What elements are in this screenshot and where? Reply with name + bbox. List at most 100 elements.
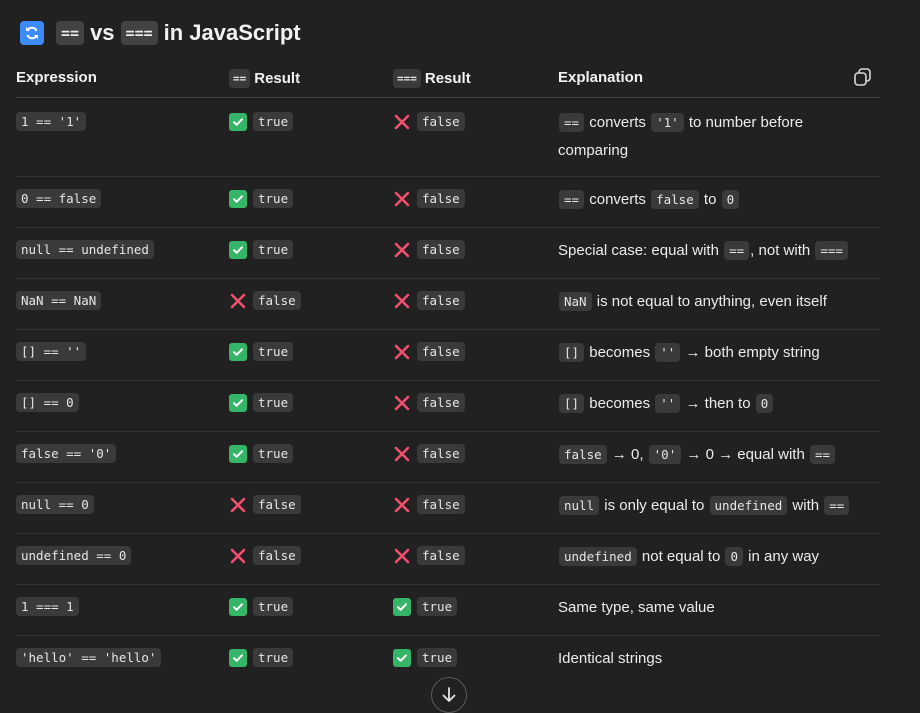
explanation-text: , not with <box>750 242 815 259</box>
loose-result-cell: true <box>229 597 294 616</box>
strict-result-value: true <box>417 597 458 616</box>
cross-mark-icon <box>393 190 411 208</box>
explanation-text: is only equal to <box>600 497 709 514</box>
expression-code: false == '0' <box>16 444 117 463</box>
table-row: 1 == '1' true false == converts '1' to numb… <box>16 98 880 177</box>
loose-result-value: true <box>253 393 294 412</box>
explanation-text: not equal to <box>637 548 725 565</box>
explanation-text: with <box>788 497 824 514</box>
explanation-cell: NaN is not equal to anything, even itsel… <box>558 288 868 316</box>
loose-result-value: false <box>253 495 301 514</box>
table-header: Expression == Result === Result Explanatio… <box>16 62 880 98</box>
cross-mark-icon <box>393 113 411 131</box>
expression-cell: null == 0 <box>16 495 94 514</box>
explanation-text: → both empty string <box>681 344 820 361</box>
strict-result-cell: true <box>393 648 458 667</box>
loose-result-cell: true <box>229 342 294 361</box>
loose-result-value: false <box>253 291 301 310</box>
explanation-code: == <box>809 445 836 464</box>
explanation-code: 0 <box>721 190 740 209</box>
check-mark-icon <box>393 648 411 667</box>
strict-result-cell: false <box>393 291 465 310</box>
strict-result-cell: true <box>393 597 458 616</box>
explanation-text: Same type, same value <box>558 599 715 616</box>
explanation-code: undefined <box>559 547 637 566</box>
loose-result-cell: true <box>229 189 294 208</box>
strict-result-cell: false <box>393 112 465 131</box>
header-expression: Expression <box>16 69 97 86</box>
explanation-cell: == converts false to 0 <box>558 186 868 214</box>
strict-result-value: false <box>417 342 465 361</box>
expression-cell: 1 === 1 <box>16 597 79 616</box>
explanation-cell: false → 0, '0' → 0 → equal with == <box>558 441 868 469</box>
strict-result-value: false <box>417 495 465 514</box>
scroll-down-button[interactable] <box>431 677 467 713</box>
explanation-code: false <box>559 445 607 464</box>
explanation-code: [] <box>559 394 585 413</box>
explanation-code: [] <box>559 343 585 362</box>
explanation-code: 0 <box>755 394 774 413</box>
expression-code: NaN == NaN <box>16 291 102 310</box>
loose-result-value: true <box>253 240 294 259</box>
check-mark-icon <box>229 240 247 259</box>
copy-table-button[interactable] <box>852 66 874 88</box>
check-mark-icon <box>229 189 247 208</box>
expression-cell: 0 == false <box>16 189 102 208</box>
strict-result-cell: false <box>393 393 465 412</box>
check-mark-icon <box>229 342 247 361</box>
loose-result-cell: true <box>229 393 294 412</box>
strict-result-value: false <box>417 291 465 310</box>
table-row: [] == '' true false [] becomes '' → both em… <box>16 329 880 381</box>
expression-cell: false == '0' <box>16 444 117 463</box>
explanation-cell: [] becomes '' → both empty string <box>558 339 868 367</box>
strict-result-cell: false <box>393 444 465 463</box>
explanation-text: → then to <box>681 395 755 412</box>
strict-result-cell: false <box>393 189 465 208</box>
explanation-cell: undefined not equal to 0 in any way <box>558 543 868 571</box>
loose-result-cell: true <box>229 112 294 131</box>
cross-mark-icon <box>393 496 411 514</box>
title-code-loose: == <box>56 21 85 45</box>
header-explanation: Explanation <box>558 69 644 86</box>
explanation-code: == <box>824 496 850 515</box>
explanation-text: converts <box>585 191 651 208</box>
explanation-cell: [] becomes '' → then to 0 <box>558 390 868 418</box>
explanation-text: Identical strings <box>558 650 663 667</box>
refresh-emoji-icon <box>20 21 44 45</box>
title-vs: vs <box>90 20 115 45</box>
table-row: 1 === 1 true true Same type, same value <box>16 584 880 636</box>
expression-code: 'hello' == 'hello' <box>16 648 162 667</box>
strict-result-cell: false <box>393 240 465 259</box>
explanation-code: == <box>559 190 585 209</box>
expression-cell: undefined == 0 <box>16 546 132 565</box>
loose-result-cell: false <box>229 495 301 514</box>
strict-result-value: true <box>417 648 458 667</box>
cross-mark-icon <box>229 547 247 565</box>
expression-code: undefined == 0 <box>16 546 132 565</box>
explanation-code: '1' <box>651 113 684 132</box>
cross-mark-icon <box>229 496 247 514</box>
explanation-text: converts <box>585 114 651 131</box>
strict-result-cell: false <box>393 495 465 514</box>
expression-cell: [] == 0 <box>16 393 79 412</box>
expression-cell: [] == '' <box>16 342 87 361</box>
arrow-down-icon <box>442 687 456 702</box>
expression-cell: NaN == NaN <box>16 291 102 310</box>
table-row: false == '0' true false false → 0, '0' → 0 … <box>16 431 880 483</box>
loose-result-cell: false <box>229 546 301 565</box>
check-mark-icon <box>393 597 411 616</box>
expression-code: [] == '' <box>16 342 87 361</box>
page-title: == vs === in JavaScript <box>20 18 301 48</box>
cross-mark-icon <box>393 241 411 259</box>
strict-result-cell: false <box>393 546 465 565</box>
explanation-code: NaN <box>559 292 592 311</box>
loose-result-cell: true <box>229 648 294 667</box>
cross-mark-icon <box>393 547 411 565</box>
strict-result-value: false <box>417 546 465 565</box>
loose-result-cell: true <box>229 240 294 259</box>
explanation-code: '0' <box>648 445 682 464</box>
strict-result-value: false <box>417 189 465 208</box>
strict-result-value: false <box>417 393 465 412</box>
cross-mark-icon <box>393 394 411 412</box>
explanation-text: to <box>699 191 721 208</box>
